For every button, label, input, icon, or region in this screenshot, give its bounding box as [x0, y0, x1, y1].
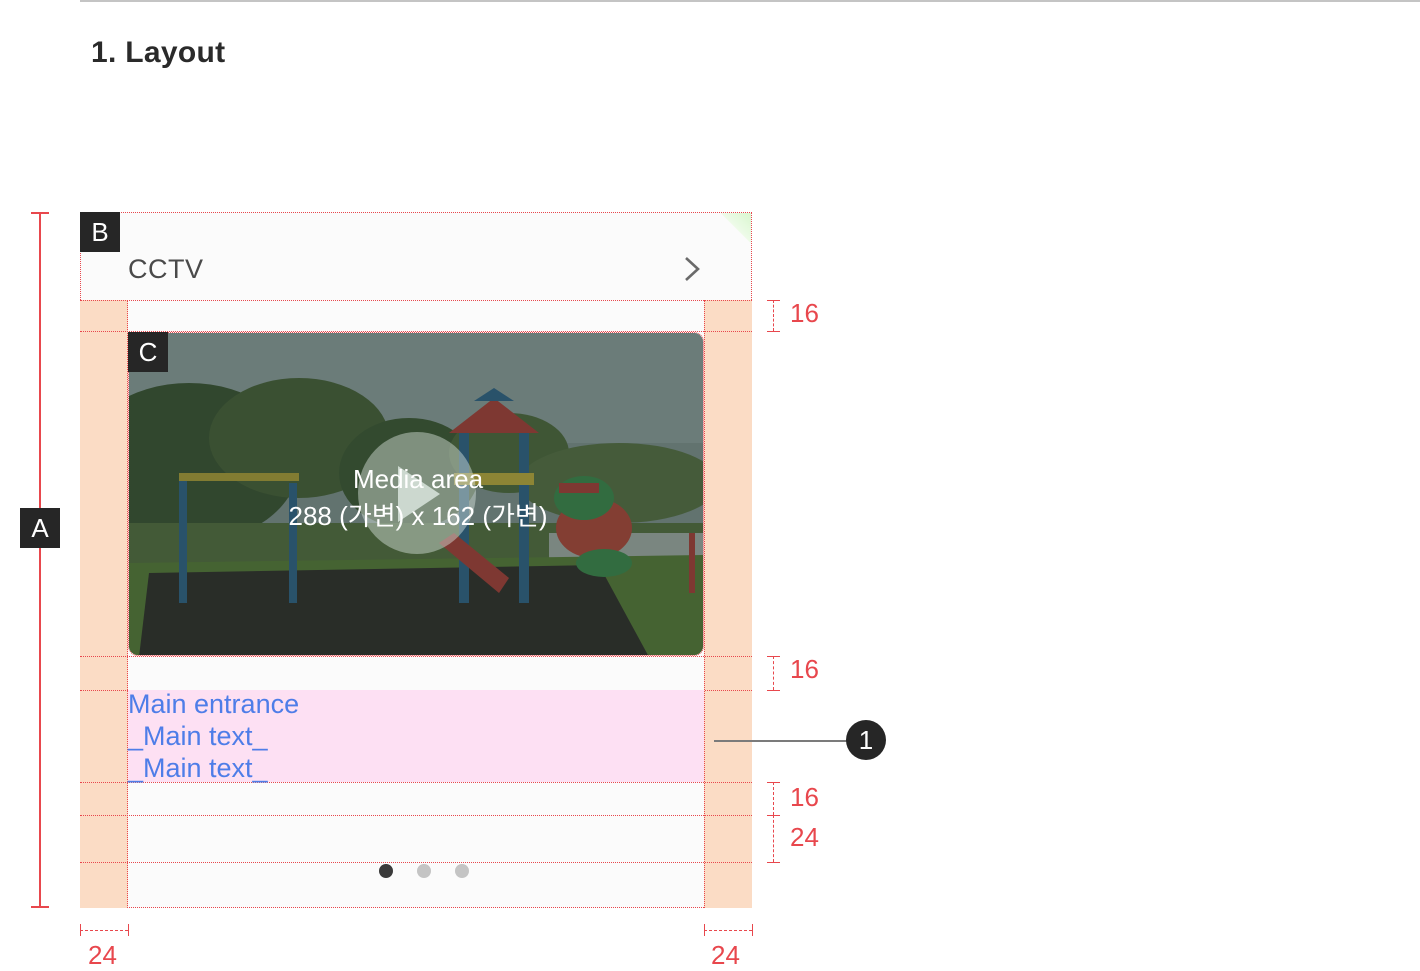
text-block: Main entrance _Main text_ _Main text_	[128, 688, 299, 784]
left-padding-area	[80, 300, 128, 908]
dim-right-padding-value: 24	[711, 940, 740, 970]
dim-left-padding-cap-b	[128, 924, 129, 936]
dim-right-padding-cap-b	[752, 924, 753, 936]
text-line-main-2: _Main text_	[128, 753, 268, 783]
dim-media-top-line	[773, 300, 774, 331]
text-line-title: Main entrance	[128, 689, 300, 719]
card-header-title: CCTV	[128, 254, 204, 284]
dim-left-padding-value: 24	[88, 940, 117, 970]
media-caption-title: Media area	[352, 464, 484, 494]
guide-media-bottom	[80, 656, 752, 657]
dim-media-top-cap-a	[767, 300, 780, 301]
dim-text-bottom-cap-a	[767, 782, 780, 783]
section-title: 1. Layout	[91, 36, 226, 69]
page-dot[interactable]	[417, 864, 431, 878]
text-line-main-1: _Main text_	[128, 721, 268, 751]
right-padding-area	[704, 300, 752, 908]
dim-indicator-value: 24	[790, 822, 819, 852]
guide-right-inner	[704, 300, 705, 908]
guide-header-bottom	[80, 300, 752, 301]
guide-indicator-top	[80, 815, 752, 816]
dimension-a-line	[39, 213, 41, 907]
dim-media-bottom-line	[773, 656, 774, 690]
guide-indicator-bottom	[80, 862, 752, 863]
tag-c: C	[128, 332, 168, 372]
tag-b: B	[80, 212, 120, 252]
dimension-a-bottom-cap	[31, 906, 49, 908]
top-divider	[80, 0, 1420, 2]
dim-media-top-cap-b	[767, 331, 780, 332]
dim-media-top-value: 16	[790, 298, 819, 328]
dim-right-padding-line	[704, 930, 752, 931]
media-caption-size: 288 (가변) x 162 (가변)	[288, 501, 548, 531]
chevron-right-icon[interactable]	[680, 254, 706, 284]
page-dot[interactable]	[455, 864, 469, 878]
callout-badge: 1	[846, 720, 886, 760]
dim-media-bottom-cap-b	[767, 690, 780, 691]
dim-indicator-cap	[767, 862, 780, 863]
dim-media-bottom-cap-a	[767, 656, 780, 657]
dimension-a-top-cap	[31, 212, 49, 214]
dim-indicator-line	[773, 815, 774, 862]
dim-text-bottom-line	[773, 782, 774, 815]
dim-left-padding-cap-a	[80, 924, 81, 936]
dim-media-bottom-value: 16	[790, 654, 819, 684]
tag-a: A	[20, 508, 60, 548]
callout-leader-line	[714, 740, 848, 742]
page-dot-active[interactable]	[379, 864, 393, 878]
dim-text-bottom-value: 16	[790, 782, 819, 812]
dim-right-padding-cap-a	[704, 924, 705, 936]
dim-left-padding-line	[80, 930, 128, 931]
corner-fold	[720, 213, 751, 244]
